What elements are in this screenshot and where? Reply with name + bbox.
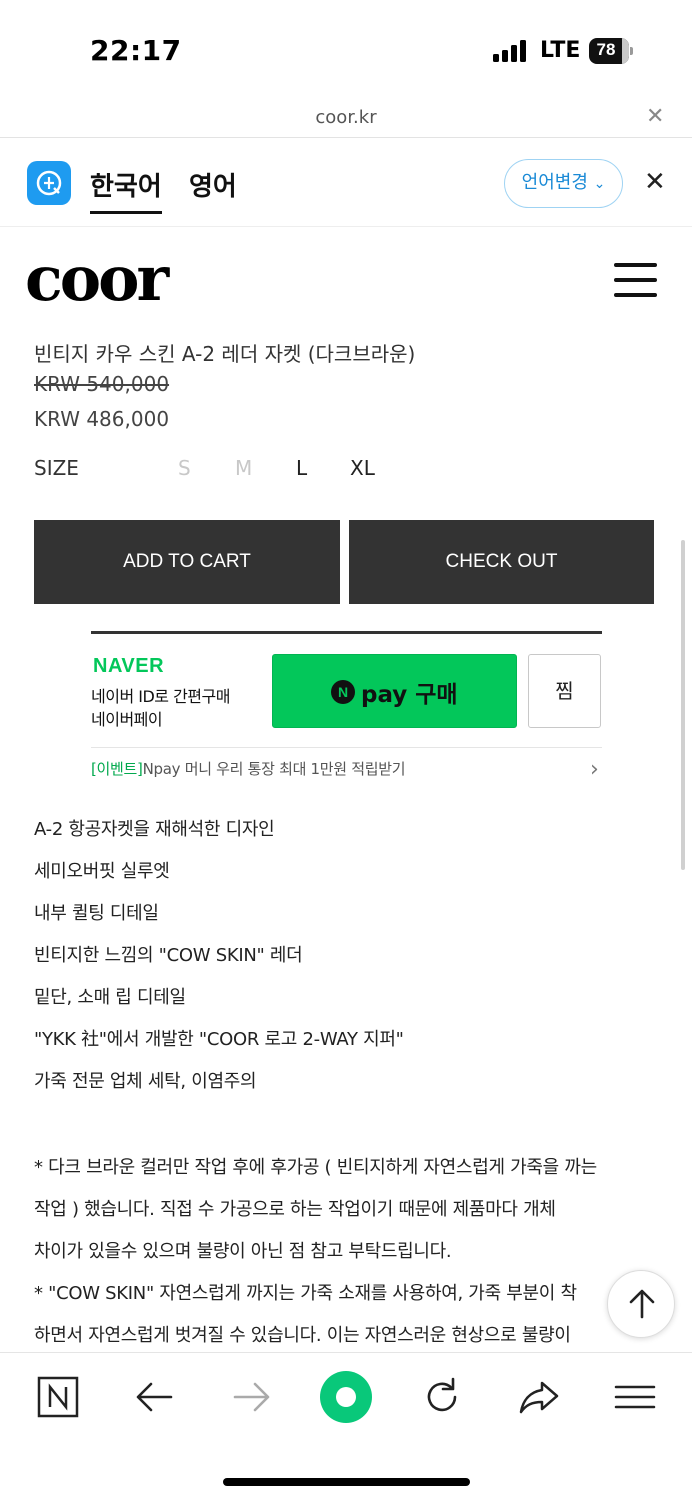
scroll-to-top-button[interactable] <box>607 1270 675 1338</box>
event-tag: [이벤트] <box>91 760 143 778</box>
chevron-right-icon[interactable]: › <box>590 757 599 782</box>
site-logo[interactable]: coor <box>25 242 169 315</box>
arrow-up-icon <box>629 1289 655 1319</box>
event-text: Npay 머니 우리 통장 최대 1만원 적립받기 <box>142 760 406 778</box>
battery-icon: 78 <box>589 38 633 64</box>
size-option-l[interactable]: L <box>296 456 307 480</box>
check-out-button[interactable]: CHECK OUT <box>349 520 654 604</box>
share-icon[interactable] <box>515 1373 563 1421</box>
site-header: coor <box>0 228 692 328</box>
naver-n-icon: N <box>331 680 355 704</box>
description-line: A-2 항공자켓을 재해석한 디자인 <box>34 819 275 840</box>
naver-pay-button[interactable]: N pay 구매 <box>272 654 517 728</box>
description-line: "YKK 社"에서 개발한 "COOR 로고 2-WAY 지퍼" <box>34 1029 404 1050</box>
signal-icon <box>493 40 529 62</box>
naver-logo: NAVER <box>93 655 165 677</box>
tab-english[interactable]: 영어 <box>189 166 237 203</box>
size-option-m[interactable]: M <box>235 456 252 480</box>
description-line: 밑단, 소매 립 디테일 <box>34 987 186 1008</box>
status-bar: 22:17 LTE 78 <box>0 0 692 100</box>
url-text[interactable]: coor.kr <box>0 107 692 128</box>
refresh-icon[interactable] <box>418 1373 466 1421</box>
scrollbar[interactable] <box>681 540 685 870</box>
naver-pay-caption: 네이버 ID로 간편구매 <box>91 687 230 706</box>
close-translate-icon[interactable]: ✕ <box>644 167 666 197</box>
translate-icon <box>27 161 71 205</box>
browser-toolbar <box>0 1352 692 1500</box>
naver-pay-event-link[interactable]: [이벤트]Npay 머니 우리 통장 최대 1만원 적립받기 <box>91 758 406 779</box>
naver-pay-widget: NAVER 네이버 ID로 간편구매 네이버페이 N pay 구매 찜 [이벤트… <box>91 631 602 791</box>
sale-price: KRW 486,000 <box>34 407 170 431</box>
size-label: SIZE <box>34 456 79 480</box>
description-line: * "COW SKIN" 자연스럽게 까지는 가죽 소재를 사용하여, 가죽 부… <box>34 1283 577 1304</box>
forward-icon[interactable] <box>227 1373 275 1421</box>
home-indicator[interactable] <box>223 1478 470 1486</box>
active-tab-indicator <box>90 211 162 214</box>
description-line: 차이가 있을수 있으며 불량이 아닌 점 참고 부탁드립니다. <box>34 1241 452 1262</box>
description-line: 내부 퀼팅 디테일 <box>34 903 159 924</box>
green-dot-icon[interactable] <box>320 1371 372 1423</box>
menu-icon[interactable] <box>611 1373 659 1421</box>
size-option-s[interactable]: S <box>178 456 191 480</box>
naver-pay-caption-2: 네이버페이 <box>91 710 163 729</box>
description-line: * 다크 브라운 컬러만 작업 후에 후가공 ( 빈티지하게 자연스럽게 가죽을… <box>34 1157 597 1178</box>
network-type: LTE <box>540 38 581 63</box>
translate-bar: 한국어 영어 언어변경 ⌄ ✕ <box>0 138 692 227</box>
change-language-button[interactable]: 언어변경 ⌄ <box>504 159 623 208</box>
naver-home-icon[interactable] <box>34 1373 82 1421</box>
divider <box>91 631 602 634</box>
description-line: 작업 ) 했습니다. 직접 수 가공으로 하는 작업이기 때문에 제품마다 개체 <box>34 1199 556 1220</box>
chevron-down-icon: ⌄ <box>593 176 606 192</box>
description-line: 가죽 전문 업체 세탁, 이염주의 <box>34 1071 257 1092</box>
change-language-label: 언어변경 <box>521 172 588 193</box>
description-line: 세미오버핏 실루엣 <box>34 861 170 882</box>
divider <box>91 747 602 748</box>
tab-korean[interactable]: 한국어 <box>90 166 162 203</box>
close-icon[interactable]: ✕ <box>646 104 664 129</box>
status-time: 22:17 <box>90 34 182 67</box>
menu-icon[interactable] <box>614 263 657 297</box>
size-option-xl[interactable]: XL <box>350 456 375 480</box>
back-icon[interactable] <box>131 1373 179 1421</box>
description-line: 하면서 자연스럽게 벗겨질 수 있습니다. 이는 자연스러운 현상으로 불량이 <box>34 1325 571 1346</box>
description-line: 빈티지한 느낌의 "COW SKIN" 레더 <box>34 945 303 966</box>
wishlist-button[interactable]: 찜 <box>528 654 601 728</box>
product-title: 빈티지 카우 스킨 A-2 레더 자켓 (다크브라운) <box>34 342 416 366</box>
url-bar[interactable]: coor.kr ✕ <box>0 100 692 138</box>
naver-pay-button-label: pay 구매 <box>361 682 458 708</box>
battery-level: 78 <box>596 40 616 59</box>
original-price: KRW 540,000 <box>34 372 170 396</box>
add-to-cart-button[interactable]: ADD TO CART <box>34 520 340 604</box>
